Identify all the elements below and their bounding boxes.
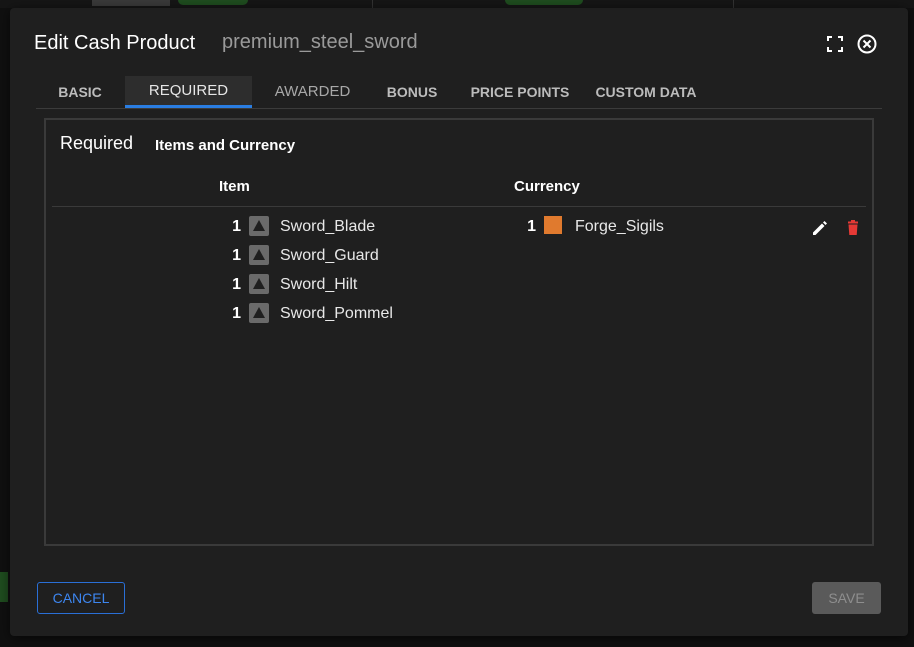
- background-divider: [733, 0, 734, 8]
- panel-title: Required: [60, 133, 134, 153]
- triangle-up-icon: [249, 245, 269, 265]
- column-header-currency: Currency: [514, 178, 580, 195]
- list-item: 1 Sword_Pommel: [229, 303, 449, 325]
- edit-cash-product-dialog: Edit Cash Product premium_steel_sword BA…: [10, 8, 908, 636]
- cancel-button[interactable]: CANCEL: [37, 582, 125, 614]
- currency-row: 1 Forge_Sigils: [524, 216, 724, 238]
- currency-quantity: 1: [527, 218, 536, 235]
- item-quantity: 1: [232, 247, 241, 264]
- list-item: 1 Sword_Guard: [229, 245, 449, 267]
- panel-subtitle: Items and Currency: [155, 137, 296, 154]
- save-button[interactable]: SAVE: [812, 582, 881, 614]
- tab-bar: BASIC REQUIRED AWARDED BONUS PRICE POINT…: [36, 76, 882, 109]
- tab-awarded[interactable]: AWARDED: [254, 76, 371, 108]
- close-icon[interactable]: [856, 33, 878, 55]
- item-quantity: 1: [232, 305, 241, 322]
- tab-basic[interactable]: BASIC: [36, 76, 124, 108]
- currency-name: Forge_Sigils: [575, 218, 664, 235]
- background-status-badge: [505, 0, 583, 5]
- currency-color-swatch: [544, 216, 562, 234]
- background-sidebar-marker: [0, 572, 8, 602]
- triangle-up-icon: [249, 216, 269, 236]
- pencil-icon[interactable]: [810, 218, 830, 238]
- trash-icon[interactable]: [843, 218, 863, 238]
- background-divider: [372, 0, 373, 8]
- list-item: 1 Sword_Hilt: [229, 274, 449, 296]
- dialog-title: Edit Cash Product: [34, 32, 196, 54]
- item-name: Sword_Hilt: [280, 276, 358, 293]
- background-status-badge: [178, 0, 248, 5]
- item-name: Sword_Pommel: [280, 305, 393, 322]
- tab-bonus[interactable]: BONUS: [376, 76, 448, 108]
- fullscreen-icon[interactable]: [824, 33, 846, 55]
- background-thumbnail: [92, 0, 170, 6]
- product-id-label: premium_steel_sword: [222, 31, 418, 53]
- item-name: Sword_Blade: [280, 218, 376, 235]
- item-quantity: 1: [232, 218, 241, 235]
- triangle-up-icon: [249, 274, 269, 294]
- triangle-up-icon: [249, 303, 269, 323]
- tab-required[interactable]: REQUIRED: [125, 76, 252, 108]
- tab-custom-data[interactable]: CUSTOM DATA: [587, 76, 705, 108]
- column-header-item: Item: [219, 178, 250, 195]
- tab-price-points[interactable]: PRICE POINTS: [460, 76, 580, 108]
- required-panel: Required Items and Currency Item Currenc…: [44, 118, 874, 546]
- item-name: Sword_Guard: [280, 247, 379, 264]
- list-item: 1 Sword_Blade: [229, 216, 449, 238]
- item-quantity: 1: [232, 276, 241, 293]
- header-divider: [52, 206, 866, 207]
